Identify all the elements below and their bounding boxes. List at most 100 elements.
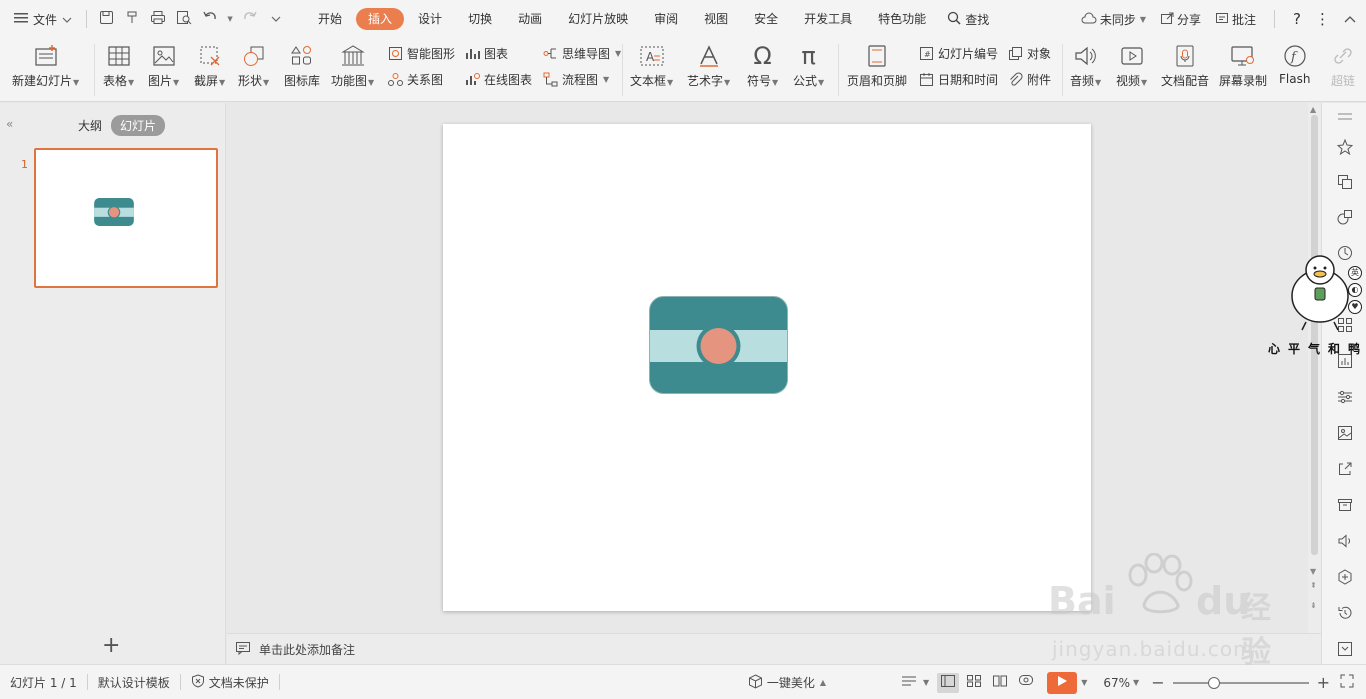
star-pin-icon[interactable] [1335,137,1355,157]
save-icon[interactable] [97,10,115,29]
mind-map-button[interactable]: 思维导图 ▼ [542,45,621,62]
function-chart-button[interactable]: 功能图▼ [331,42,374,89]
attachment-button[interactable]: 附件 [1007,71,1051,88]
table-button[interactable]: 表格▼ [103,42,134,89]
screen-record-button[interactable]: 屏幕录制 [1219,42,1267,89]
slide-sorter-button[interactable] [963,673,985,693]
one-click-beautify-button[interactable]: 一键美化 ▲ [738,673,836,692]
history-icon[interactable] [1335,603,1355,623]
sync-status-button[interactable]: 未同步 ▼ [1081,11,1146,28]
slideshow-options-caret[interactable]: ▼ [1081,678,1087,687]
wordart-button[interactable]: 艺术字▼ [687,42,730,89]
comment-button[interactable]: 批注 [1215,11,1256,28]
symbol-button[interactable]: Ω 符号▼ [747,42,778,89]
tab-features[interactable]: 特色功能 [866,8,938,30]
tab-review[interactable]: 审阅 [642,8,690,30]
search-button[interactable]: 查找 [947,11,989,28]
tab-design[interactable]: 设计 [406,8,454,30]
video-button[interactable]: 视频▼ [1116,42,1147,89]
smart-shape-button[interactable]: 智能图形 [387,45,455,62]
online-chart-button[interactable]: 在线图表 [464,71,532,88]
textbox-button[interactable]: A 文本框▼ [630,42,673,89]
zoom-caret-icon[interactable]: ▼ [1133,678,1139,687]
audio-pane-icon[interactable] [1335,531,1355,551]
attachment-label: 附件 [1027,73,1052,87]
scroll-down-icon[interactable]: ▼ [1310,567,1316,576]
redo-icon[interactable] [241,10,259,28]
tab-slideshow[interactable]: 幻灯片放映 [556,8,640,30]
add-slide-button[interactable]: + [102,633,120,658]
zoom-out-icon[interactable]: − [1151,673,1164,692]
menu-lines-icon[interactable] [1335,107,1355,127]
tab-outline[interactable]: 大纲 [69,115,111,136]
next-slide-icon[interactable]: ⇟ [1310,601,1317,610]
icon-library-button[interactable]: 图标库 [284,42,320,89]
slide-number-button[interactable]: # 幻灯片编号 [918,45,998,62]
share-button[interactable]: 分享 [1160,11,1201,28]
hexagon-icon[interactable] [1335,567,1355,587]
export-icon[interactable] [1335,459,1355,479]
vertical-scrollbar[interactable]: ▲ ▼ ⇞ ⇟ [1308,103,1321,633]
picture-button[interactable]: 图片▼ [148,42,179,89]
reading-view-button[interactable] [989,673,1011,693]
help-icon[interactable]: ? [1293,10,1301,28]
pi-icon: π [801,42,816,70]
print-icon[interactable] [149,10,167,29]
fit-window-icon[interactable] [1340,674,1354,691]
flowchart-button[interactable]: 流程图 ▼ [542,71,609,88]
tab-developer[interactable]: 开发工具 [792,8,864,30]
online-chart-label: 在线图表 [484,73,533,87]
shape-button[interactable]: 形状▼ [238,42,269,89]
print-preview-icon[interactable] [175,10,193,29]
slide-canvas[interactable] [443,124,1091,611]
zoom-level[interactable]: 67% [1103,676,1130,690]
collapse-ribbon-icon[interactable] [1344,12,1356,26]
customize-toolbar-icon[interactable] [267,11,285,27]
expand-pane-icon[interactable] [1335,639,1355,659]
formula-button[interactable]: π 公式▼ [793,42,824,89]
audio-button[interactable]: 音频▼ [1070,42,1101,89]
relation-chart-button[interactable]: 关系图 [387,71,443,88]
shapes-icon[interactable] [1335,207,1355,227]
layers-icon[interactable] [1335,172,1355,192]
tab-insert[interactable]: 插入 [356,8,405,30]
screenshot-button[interactable]: 截屏▼ [194,42,225,89]
hyperlink-button[interactable]: 超链 [1329,42,1357,89]
presenter-view-button[interactable] [1015,673,1037,693]
undo-icon[interactable] [201,10,219,28]
document-protection-status[interactable]: 文档未保护 [181,673,279,691]
flash-button[interactable]: f Flash [1279,42,1310,86]
caret-down-icon[interactable]: ▼ [923,678,929,687]
more-options-icon[interactable]: ⋮ [1315,10,1330,28]
undo-dropdown-icon[interactable]: ▼ [227,15,233,23]
design-template-status[interactable]: 默认设计模板 [88,674,180,691]
tab-view[interactable]: 视图 [692,8,740,30]
zoom-in-icon[interactable]: + [1317,673,1330,692]
prev-slide-icon[interactable]: ⇞ [1310,581,1317,590]
archive-icon[interactable] [1335,495,1355,515]
slide-thumbnail[interactable] [34,148,218,288]
zoom-slider-knob[interactable] [1207,676,1220,689]
header-footer-button[interactable]: 页眉和页脚 [847,42,907,89]
tab-animations[interactable]: 动画 [506,8,554,30]
sliders-icon[interactable] [1335,387,1355,407]
date-time-button[interactable]: 日期和时间 [918,71,998,88]
card-shape-group[interactable] [649,296,788,394]
chart-button[interactable]: 图表 [464,45,508,62]
tab-slides[interactable]: 幻灯片 [111,115,166,136]
file-menu-button[interactable]: 文件 [0,0,82,38]
play-slideshow-button[interactable] [1047,671,1078,694]
zoom-slider[interactable] [1172,676,1309,689]
doc-dubbing-button[interactable]: 文档配音 [1161,42,1209,89]
tab-security[interactable]: 安全 [742,8,790,30]
scroll-up-icon[interactable]: ▲ [1310,105,1316,114]
new-slide-button[interactable]: 新建幻灯片▼ [12,42,79,89]
tab-home[interactable]: 开始 [306,8,354,30]
object-button[interactable]: 对象 [1007,45,1051,62]
image-library-icon[interactable] [1335,423,1355,443]
format-painter-icon[interactable] [123,10,141,29]
tab-transitions[interactable]: 切换 [456,8,504,30]
normal-view-button[interactable] [937,672,960,693]
notes-toggle-button[interactable] [898,673,920,693]
wps-presentation-window: 文件 ▼ 开始 插入 设计 切换 动画 幻灯片放映 审阅 视图 安全 开发工具 … [0,0,1366,699]
